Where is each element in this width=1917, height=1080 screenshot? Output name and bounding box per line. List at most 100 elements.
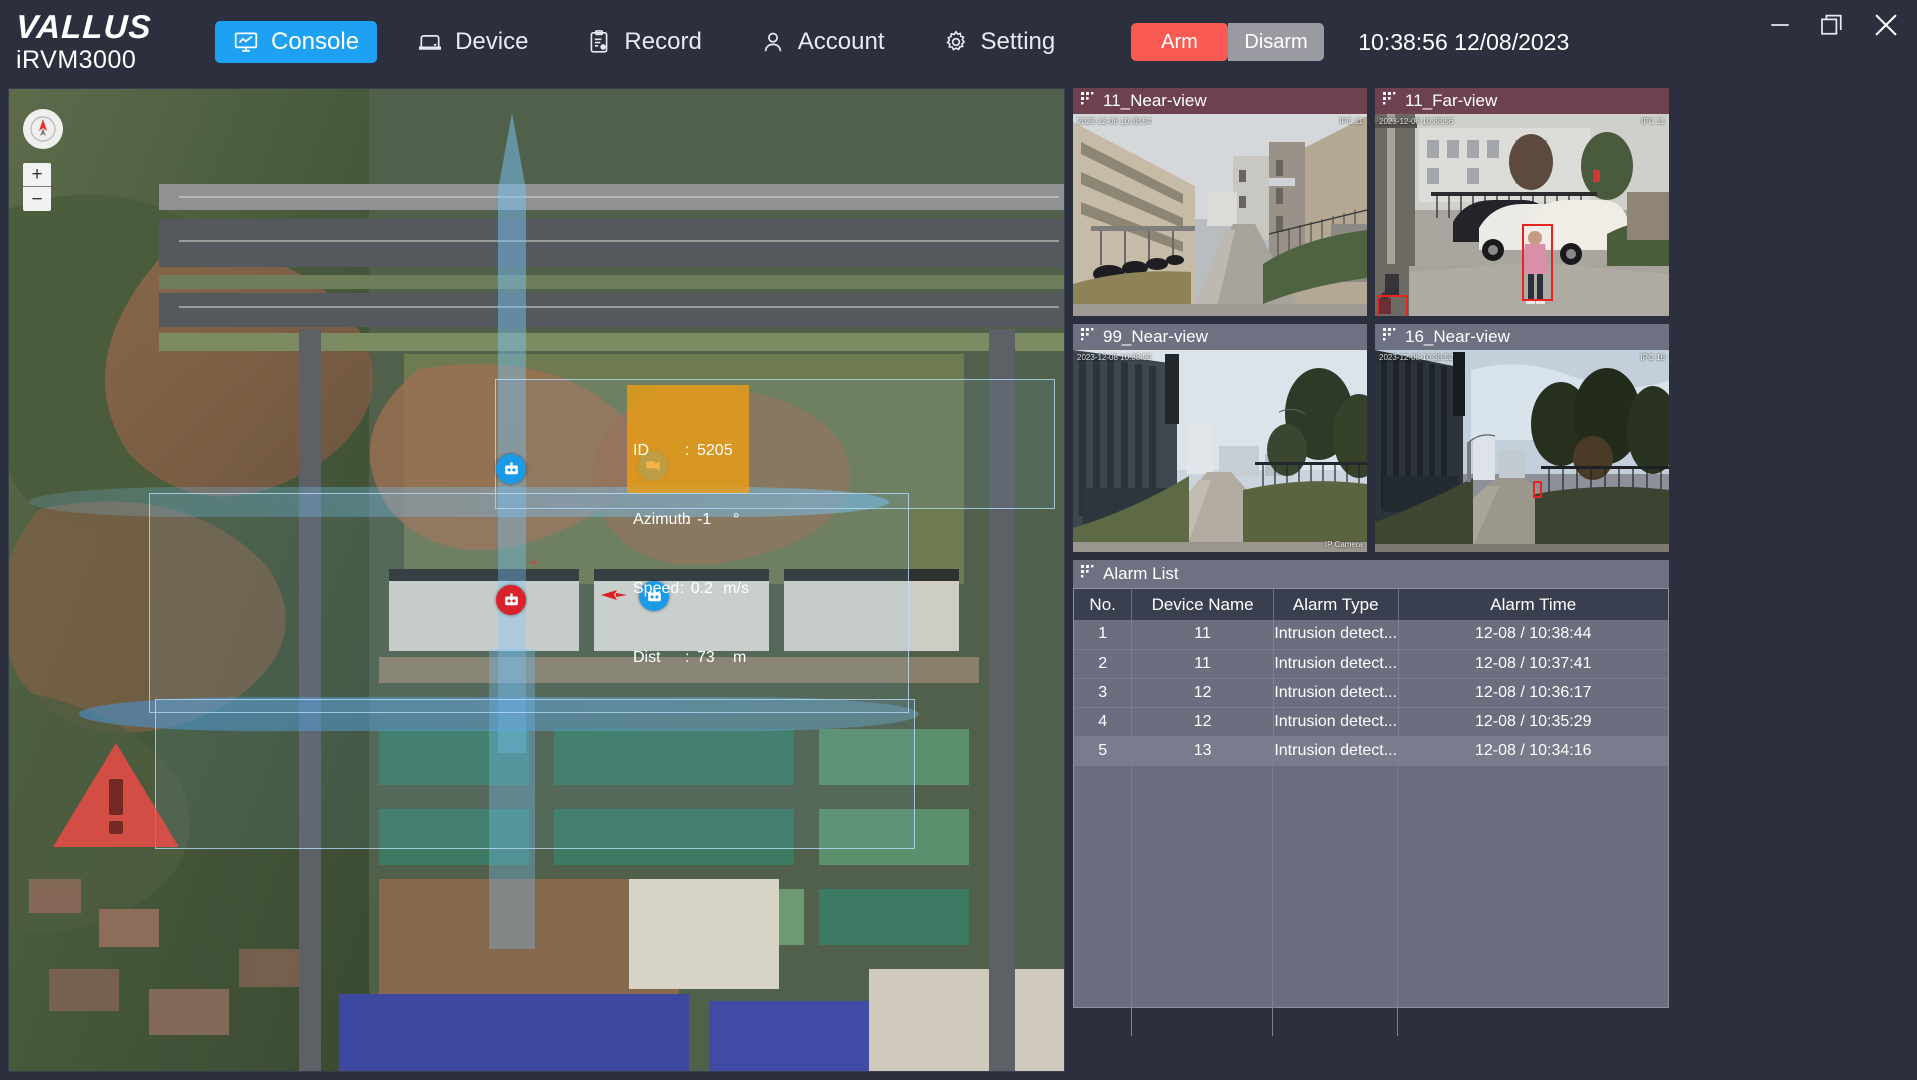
camera-header-11-near-view: 11_Near-view: [1073, 88, 1367, 114]
alarm-row-time: 12-08 / 10:37:41: [1398, 649, 1668, 679]
camera-channel-99-near-view: IP Camera: [1324, 540, 1363, 549]
camera-title-11-far-view: 11_Far-view: [1405, 91, 1498, 110]
nav-label-setting: Setting: [980, 28, 1056, 55]
target-info-colon-speed: :: [679, 580, 685, 597]
alarm-row-device: 12: [1131, 678, 1274, 708]
restore-icon[interactable]: [1817, 10, 1847, 45]
map-crosshair-marker: +: [529, 555, 539, 572]
alarm-row-device: 11: [1131, 620, 1274, 650]
grid-dots-icon: [1081, 327, 1095, 347]
target-info-tooltip: ID : 5205 Azimuth : -1 ° Speed : 0.2 m/s…: [627, 385, 749, 666]
target-info-unit-speed: m/s: [723, 580, 749, 597]
nav-label-record: Record: [624, 28, 702, 55]
column-header-type[interactable]: Alarm Type: [1273, 589, 1399, 620]
table-row[interactable]: 4 12 Intrusion detect... 12-08 / 10:35:2…: [1074, 707, 1668, 737]
alarm-row-type: Intrusion detect...: [1273, 707, 1399, 737]
camera-timestamp-99-near-view: 2023-12-08 10:38:55: [1077, 353, 1152, 362]
nav-item-console[interactable]: Console: [215, 21, 378, 63]
table-row[interactable]: 3 12 Intrusion detect... 12-08 / 10:36:1…: [1074, 678, 1668, 708]
camera-video-11-far-view[interactable]: 2023-12-08 10:38:56 IPC 11: [1375, 114, 1669, 316]
alarm-row-device: 13: [1131, 736, 1274, 766]
target-info-row-speed: Speed : 0.2 m/s: [633, 577, 749, 600]
alarm-row-time: 12-08 / 10:34:16: [1398, 736, 1668, 766]
column-header-time[interactable]: Alarm Time: [1398, 589, 1668, 620]
camera-channel-11-far-view: IPC 11: [1641, 117, 1665, 126]
camera-video-16-near-view[interactable]: 2023-12-08 10:38:52 IPC 16: [1375, 350, 1669, 552]
nav-item-device[interactable]: Device: [399, 21, 546, 63]
map-zoom-out-button[interactable]: −: [23, 187, 51, 211]
camera-header-99-near-view: 99_Near-view: [1073, 324, 1367, 350]
detection-zone-mid: [149, 493, 909, 713]
camera-panel-11-far-view[interactable]: 11_Far-view 2023-12-08 10:38:56 IPC 11: [1375, 88, 1669, 316]
alarm-list-title: Alarm List: [1103, 564, 1179, 583]
disarm-button[interactable]: Disarm: [1227, 23, 1325, 61]
radar-marker-upper-left[interactable]: [496, 454, 526, 484]
nav-label-console: Console: [271, 28, 360, 55]
grid-dots-icon: [1383, 327, 1397, 347]
map-tools: + −: [23, 109, 63, 211]
alarm-list-body[interactable]: No. Device Name Alarm Type Alarm Time 1 …: [1073, 588, 1669, 1036]
table-row[interactable]: 1 11 Intrusion detect... 12-08 / 10:38:4…: [1074, 620, 1668, 650]
grid-dots-icon: [1081, 91, 1095, 111]
camera-grid: 11_Near-view 2023-12-08 10:38:54 IPC 11: [1073, 88, 1909, 552]
target-info-value-dist: 73: [697, 649, 715, 666]
target-info-unit-azimuth: °: [733, 511, 740, 528]
warning-triangle-icon[interactable]: [51, 739, 181, 856]
alarm-row-time: 12-08 / 10:38:44: [1398, 620, 1668, 650]
close-icon[interactable]: [1869, 8, 1903, 47]
compass-north-icon[interactable]: [23, 109, 63, 149]
arm-disarm-toggle[interactable]: Arm Disarm: [1131, 23, 1325, 61]
table-row[interactable]: 5 13 Intrusion detect... 12-08 / 10:34:1…: [1074, 736, 1668, 766]
detection-zone-upper: [495, 379, 1055, 509]
target-info-value-azimuth: -1: [697, 511, 712, 528]
moving-target-arrow[interactable]: [601, 589, 627, 607]
camera-panel-11-near-view[interactable]: 11_Near-view 2023-12-08 10:38:54 IPC 11: [1073, 88, 1367, 316]
alarm-row-type: Intrusion detect...: [1273, 678, 1399, 708]
column-header-no[interactable]: No.: [1074, 589, 1133, 620]
alarm-row-device: 12: [1131, 707, 1274, 737]
nav-label-device: Device: [455, 28, 529, 55]
right-sidebar: 11_Near-view 2023-12-08 10:38:54 IPC 11: [1073, 88, 1909, 1072]
nav-item-setting[interactable]: Setting: [925, 21, 1074, 63]
camera-panel-99-near-view[interactable]: 99_Near-view 2023-12-08 10:38:55 IP Came…: [1073, 324, 1367, 552]
nav-label-account: Account: [797, 28, 885, 55]
camera-channel-11-near-view: IPC 11: [1339, 117, 1363, 126]
camera-panel-16-near-view[interactable]: 16_Near-view 2023-12-08 10:38:52 IPC 16: [1375, 324, 1669, 552]
map-zoom-controls[interactable]: + −: [23, 163, 51, 211]
target-info-colon-azimuth: :: [685, 511, 690, 528]
clipboard-bell-icon: [586, 29, 612, 55]
column-header-device[interactable]: Device Name: [1131, 589, 1274, 620]
target-info-value-id: 5205: [697, 442, 733, 459]
nav-item-account[interactable]: Account: [742, 21, 903, 63]
map-zoom-in-button[interactable]: +: [23, 163, 51, 187]
radar-marker-lower-left[interactable]: [496, 585, 526, 615]
alarm-row-no: 4: [1074, 707, 1133, 737]
camera-video-99-near-view[interactable]: 2023-12-08 10:38:55 IP Camera: [1073, 350, 1367, 552]
target-info-colon-dist: :: [685, 649, 690, 666]
alarm-row-no: 3: [1074, 678, 1133, 708]
minimize-icon[interactable]: [1765, 10, 1795, 45]
camera-video-11-near-view[interactable]: 2023-12-08 10:38:54 IPC 11: [1073, 114, 1367, 316]
target-info-key-dist: Dist: [633, 649, 661, 666]
brand-logo: VALLUS: [15, 8, 153, 45]
window-controls: [1765, 8, 1903, 47]
user-icon: [760, 29, 786, 55]
table-row[interactable]: 2 11 Intrusion detect... 12-08 / 10:37:4…: [1074, 649, 1668, 679]
target-info-row-id: ID : 5205: [633, 439, 749, 462]
camera-title-11-near-view: 11_Near-view: [1103, 91, 1207, 110]
alarm-row-time: 12-08 / 10:36:17: [1398, 678, 1668, 708]
alarm-list-panel: Alarm List No. Device Name Alarm Type Al…: [1073, 560, 1669, 1036]
main-navigation: Console Device Record Account Setting: [215, 0, 1095, 84]
target-info-colon-id: :: [685, 442, 690, 459]
target-info-value-speed: 0.2: [690, 580, 713, 597]
alarm-row-no: 2: [1074, 649, 1133, 679]
clock-display: 10:38:56 12/08/2023: [1358, 28, 1570, 55]
brand-block: VALLUS iRVM3000: [0, 8, 215, 75]
alarm-row-type: Intrusion detect...: [1273, 620, 1399, 650]
nav-item-record[interactable]: Record: [568, 21, 719, 63]
map-view[interactable]: + − + ID: 5205 Azimuth: -1 ° Speed: 0…: [8, 88, 1065, 1072]
target-info-key-speed: Speed: [633, 580, 680, 597]
camera-timestamp-11-far-view: 2023-12-08 10:38:56: [1379, 117, 1454, 126]
target-info-row-azimuth: Azimuth : -1 °: [633, 508, 749, 531]
arm-button[interactable]: Arm: [1131, 23, 1228, 61]
